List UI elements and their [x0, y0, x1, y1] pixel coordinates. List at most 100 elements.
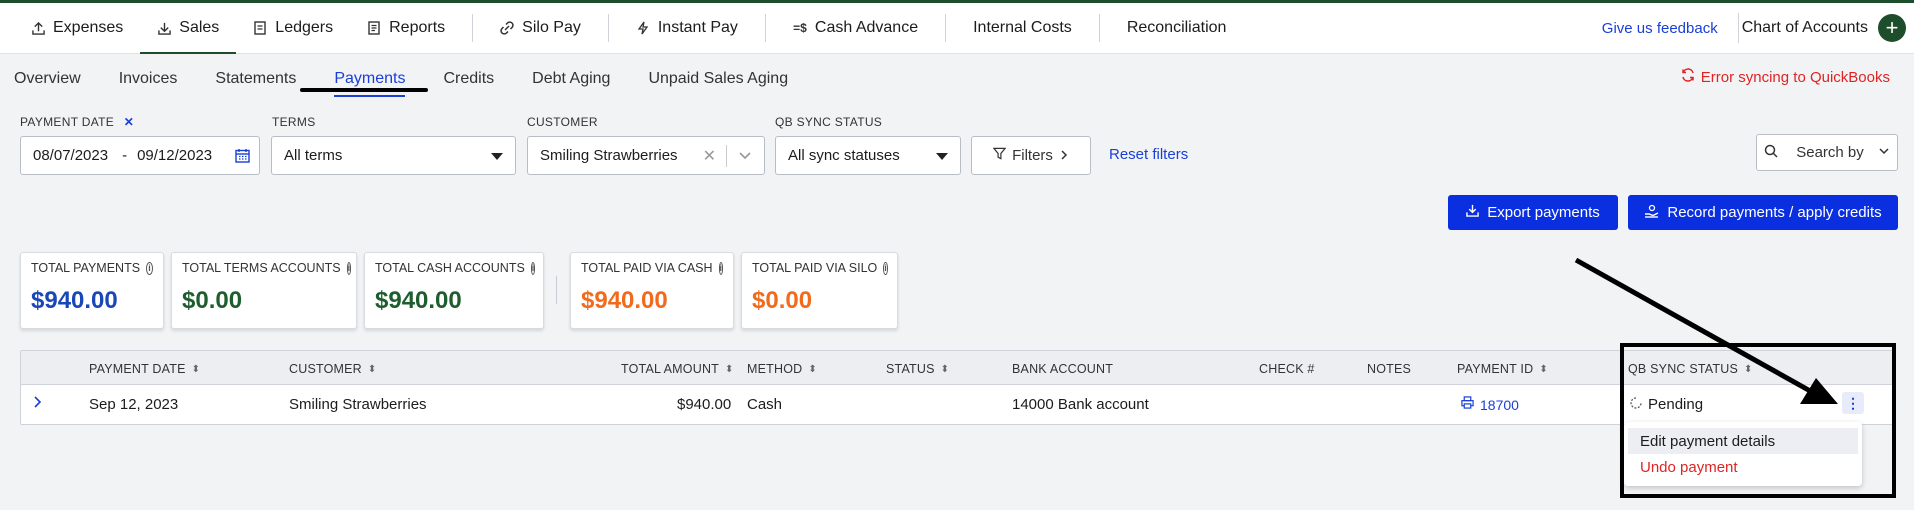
info-icon[interactable]: i [530, 261, 536, 275]
info-icon[interactable]: i [146, 261, 153, 275]
col-label: METHOD [747, 362, 803, 376]
card-label: TOTAL TERMS ACCOUNTS [182, 261, 341, 275]
date-start[interactable]: 08/07/2023 [33, 147, 108, 164]
nav-ledgers-label: Ledgers [275, 19, 334, 36]
qb-sync-label: QB SYNC STATUS [775, 115, 883, 129]
qb-sync-status-text: Pending [1648, 396, 1704, 413]
nav-divider [764, 14, 766, 42]
search-by-label: Search by [1796, 144, 1864, 161]
bolt-icon [636, 21, 650, 35]
cell-payment-id[interactable]: 18700 [1461, 396, 1519, 413]
payment-id-link[interactable]: 18700 [1480, 397, 1519, 413]
qb-sync-select[interactable]: All sync statuses [775, 136, 961, 175]
nav-reports[interactable]: Reports [350, 3, 462, 53]
summary-card-total-payments: TOTAL PAYMENTS i $940.00 [20, 252, 164, 329]
expand-row-icon[interactable] [33, 396, 42, 408]
terms-select[interactable]: All terms [271, 136, 516, 175]
nav-reconciliation-label: Reconciliation [1126, 19, 1227, 36]
info-icon[interactable]: i [718, 261, 724, 275]
cell-payment-date: Sep 12, 2023 [89, 396, 179, 413]
undo-payment-item[interactable]: Undo payment [1628, 454, 1858, 480]
cell-customer: Smiling Strawberries [289, 396, 427, 413]
clear-customer-icon[interactable]: ✕ [703, 146, 716, 166]
tab-invoices[interactable]: Invoices [119, 64, 178, 94]
tab-debt-aging[interactable]: Debt Aging [532, 64, 610, 94]
chevron-down-icon [1878, 144, 1890, 161]
nav-divider [1098, 14, 1100, 42]
nav-ledgers[interactable]: Ledgers [236, 3, 350, 53]
search-by-dropdown[interactable]: Search by [1756, 134, 1898, 171]
print-icon[interactable] [1461, 396, 1474, 413]
nav-instant-pay[interactable]: Instant Pay [619, 3, 755, 53]
date-range-picker[interactable]: 08/07/2023 - 09/12/2023 [20, 136, 260, 175]
ledger-icon [253, 21, 267, 35]
nav-divider [607, 14, 609, 42]
sync-error-link[interactable]: Error syncing to QuickBooks [1681, 68, 1890, 86]
summary-card-total-terms: TOTAL TERMS ACCOUNTS i $0.00 [171, 252, 357, 329]
summary-card-total-cash: TOTAL CASH ACCOUNTS i $940.00 [364, 252, 544, 329]
card-value: $0.00 [182, 287, 243, 314]
tab-unpaid-sales-aging[interactable]: Unpaid Sales Aging [648, 64, 788, 94]
hand-coin-icon [1644, 204, 1659, 222]
edit-payment-details-item[interactable]: Edit payment details [1628, 428, 1858, 454]
card-value: $940.00 [31, 287, 118, 314]
feedback-link[interactable]: Give us feedback [1582, 20, 1738, 37]
download-icon [1466, 204, 1479, 221]
nav-cash-advance-label: Cash Advance [814, 19, 919, 36]
col-notes: NOTES [1367, 362, 1411, 376]
add-button[interactable]: + [1878, 14, 1906, 42]
payment-date-label-text: PAYMENT DATE [20, 115, 115, 129]
date-end[interactable]: 09/12/2023 [137, 147, 212, 164]
calendar-icon[interactable] [235, 148, 250, 167]
customer-value: Smiling Strawberries [540, 147, 678, 164]
nav-instant-pay-label: Instant Pay [657, 19, 738, 36]
col-method[interactable]: METHOD ⬍ [747, 362, 817, 376]
nav-silo-pay-label: Silo Pay [522, 19, 581, 36]
card-label: TOTAL PAID VIA SILO [752, 261, 878, 275]
record-payments-button[interactable]: Record payments / apply credits [1628, 195, 1898, 230]
nav-expenses[interactable]: Expenses [14, 3, 140, 53]
col-status[interactable]: STATUS ⬍ [886, 362, 949, 376]
upload-icon [31, 21, 45, 35]
terms-value: All terms [284, 147, 343, 164]
nav-internal-costs[interactable]: Internal Costs [956, 3, 1089, 53]
nav-cash-advance[interactable]: =$ Cash Advance [776, 3, 935, 53]
col-qb-sync-status[interactable]: QB SYNC STATUS ⬍ [1628, 362, 1753, 376]
chevron-down-icon[interactable] [738, 148, 752, 166]
summary-card-paid-via-cash: TOTAL PAID VIA CASH i $940.00 [570, 252, 734, 329]
search-icon [1764, 144, 1778, 162]
cards-divider [556, 276, 557, 304]
col-label: PAYMENT DATE [89, 362, 186, 376]
col-customer[interactable]: CUSTOMER ⬍ [289, 362, 377, 376]
cell-qb-sync-status: Pending [1630, 396, 1703, 413]
info-icon[interactable]: i [346, 261, 352, 275]
filters-button[interactable]: Filters [971, 136, 1091, 175]
tab-statements[interactable]: Statements [215, 64, 296, 94]
col-label: NOTES [1367, 362, 1412, 376]
cash-icon: =$ [793, 21, 807, 35]
sort-icon: ⬍ [367, 363, 377, 375]
chart-of-accounts-link[interactable]: Chart of Accounts [1739, 19, 1878, 37]
nav-reconciliation[interactable]: Reconciliation [1110, 3, 1244, 53]
col-label: CUSTOMER [289, 362, 362, 376]
col-total-amount[interactable]: TOTAL AMOUNT ⬍ [621, 362, 734, 376]
col-payment-id[interactable]: PAYMENT ID ⬍ [1457, 362, 1548, 376]
tab-overview[interactable]: Overview [14, 64, 81, 94]
reset-filters-link[interactable]: Reset filters [1109, 146, 1188, 163]
annotation-underline [300, 88, 428, 92]
col-payment-date[interactable]: PAYMENT DATE ⬍ [89, 362, 200, 376]
report-icon [367, 21, 381, 35]
terms-label: TERMS [272, 115, 316, 129]
sort-icon: ⬍ [725, 363, 734, 375]
info-icon[interactable]: i [883, 261, 888, 275]
export-payments-button[interactable]: Export payments [1448, 195, 1618, 230]
clear-date-icon[interactable]: ✕ [124, 115, 134, 129]
tab-credits[interactable]: Credits [443, 64, 494, 94]
customer-select[interactable]: Smiling Strawberries ✕ [527, 136, 765, 175]
nav-expenses-label: Expenses [53, 19, 124, 36]
qb-sync-value: All sync statuses [788, 147, 900, 164]
card-label: TOTAL CASH ACCOUNTS [375, 261, 525, 275]
nav-sales[interactable]: Sales [140, 3, 237, 54]
row-actions-kebab-icon[interactable]: ⋮ [1842, 392, 1864, 414]
nav-silo-pay[interactable]: Silo Pay [483, 3, 598, 53]
